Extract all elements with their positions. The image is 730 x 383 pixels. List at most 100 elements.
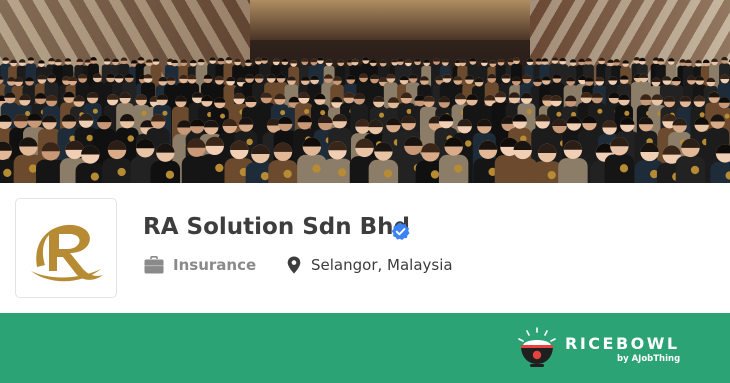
crowd-person-hair <box>18 59 26 63</box>
crowd-person-hair <box>559 57 567 62</box>
crowd-shirt-logo <box>724 113 730 119</box>
crowd-person-hair <box>351 58 359 63</box>
briefcase-icon <box>144 256 164 274</box>
crowd-person-hair <box>513 57 520 61</box>
crowd-person-hair <box>526 58 534 62</box>
crowd-person-hair <box>497 58 505 63</box>
crowd-person-hair <box>48 57 56 62</box>
crowd-shirt-logo <box>165 170 175 179</box>
crowd-person-hair <box>316 57 324 61</box>
crowd-shirt-logo <box>117 167 126 177</box>
crowd-person-hair <box>261 57 268 61</box>
crowd-shirt-logo <box>86 134 93 142</box>
crowd-shirt-logo <box>280 110 286 116</box>
crowd-shirt-logo <box>454 164 463 173</box>
crowd-person-hair <box>396 58 404 62</box>
crowd-person-body <box>675 156 706 183</box>
verified-badge-icon <box>391 222 410 241</box>
crowd-person-hair <box>120 57 128 61</box>
crowd-person-hair <box>130 60 138 64</box>
crowd-shirt-logo <box>406 108 412 114</box>
crowd-shirt-logo <box>25 110 31 117</box>
crowd-person-hair <box>90 57 97 61</box>
crowd-person-hair <box>10 59 17 63</box>
crowd-shirt-logo <box>526 109 532 115</box>
crowd-person-hair <box>301 58 309 62</box>
crowd-person-hair <box>290 59 298 64</box>
crowd-person-hair <box>441 59 449 63</box>
crowd-person-hair <box>337 59 345 63</box>
crowd-person-hair <box>255 57 262 62</box>
crowd-person-hair <box>112 58 119 62</box>
crowd-person-body <box>438 154 469 183</box>
ricebowl-brand[interactable]: RICEBOWL <box>565 334 680 353</box>
crowd-shirt-logo <box>547 170 556 180</box>
crowd-shirt-logo <box>383 169 393 178</box>
crowd-person-hair <box>423 59 431 63</box>
crowd-person-hair <box>480 59 488 63</box>
crowd-person-hair <box>469 57 477 62</box>
crowd-person-body <box>604 154 635 183</box>
crowd-shirt-logo <box>320 110 326 116</box>
crowd-shirt-logo <box>699 112 705 118</box>
crowd-person-hair <box>489 60 497 64</box>
crowd-person-hair <box>684 59 692 63</box>
crowd-person-hair <box>325 59 333 63</box>
crowd-person-hair <box>551 57 559 61</box>
crowd-person-hair <box>667 57 675 62</box>
crowd-shirt-logo <box>3 168 12 178</box>
crowd-person-hair <box>310 58 318 63</box>
crowd-shirt-logo <box>28 164 38 173</box>
crowd-person-hair <box>695 59 702 64</box>
crowd-shirt-logo <box>215 163 224 173</box>
crowd-person-hair <box>702 59 710 63</box>
crowd-person-body <box>102 158 132 183</box>
crowd-person-hair <box>197 58 205 63</box>
crowd-shirt-logo <box>430 170 440 179</box>
crowd-person-hair <box>145 59 153 63</box>
crowd-person-body <box>532 161 562 183</box>
crowd-person-hair <box>414 58 421 62</box>
crowd-person-hair <box>27 57 35 61</box>
crowd-person-hair <box>622 60 630 64</box>
crowd-shirt-logo <box>260 171 270 181</box>
crowd-person-hair <box>281 58 289 62</box>
crowd-person-hair <box>103 58 111 62</box>
crowd-person-hair <box>362 57 370 61</box>
crowd-person-hair <box>234 58 241 62</box>
crowd-shirt-logo <box>619 164 629 173</box>
ricebowl-logo-icon[interactable] <box>515 326 559 370</box>
crowd-shirt-logo <box>464 140 472 147</box>
crowd-shirt-logo <box>283 169 292 179</box>
company-logo <box>31 224 103 282</box>
crowd-shirt-logo <box>556 111 562 117</box>
ricebowl-byline: by AJobThing <box>617 354 681 364</box>
crowd-person-hair <box>217 57 225 62</box>
crowd-person-body <box>75 162 105 183</box>
crowd-person-hair <box>369 59 377 63</box>
crowd-person-hair <box>54 58 62 63</box>
crowd-person-hair <box>152 58 160 62</box>
crowd-shirt-logo <box>220 113 226 119</box>
map-pin-icon <box>287 256 301 274</box>
industry-label[interactable]: Insurance <box>173 256 256 274</box>
crowd-person-hair <box>578 58 586 62</box>
crowd-person-hair <box>585 57 592 62</box>
crowd-person-hair <box>180 59 188 63</box>
crowd-person-hair <box>569 59 577 63</box>
crowd-person-hair <box>189 59 197 64</box>
crowd-shirt-logo <box>624 110 630 116</box>
crowd-shirt-logo <box>127 135 134 142</box>
crowd-person-hair <box>638 57 646 62</box>
crowd-person-body <box>322 158 353 183</box>
crowd-person-hair <box>404 59 412 63</box>
crowd-person-body <box>558 158 588 183</box>
crowd-person-hair <box>721 56 728 61</box>
crowd-person-hair <box>598 57 606 61</box>
company-logo-card[interactable] <box>15 198 117 298</box>
crowd-shirt-logo <box>337 168 347 177</box>
crowd-person-body <box>150 160 181 183</box>
crowd-person-hair <box>607 59 614 63</box>
crowd-person-hair <box>433 58 440 62</box>
crowd-shirt-logo <box>597 108 603 114</box>
